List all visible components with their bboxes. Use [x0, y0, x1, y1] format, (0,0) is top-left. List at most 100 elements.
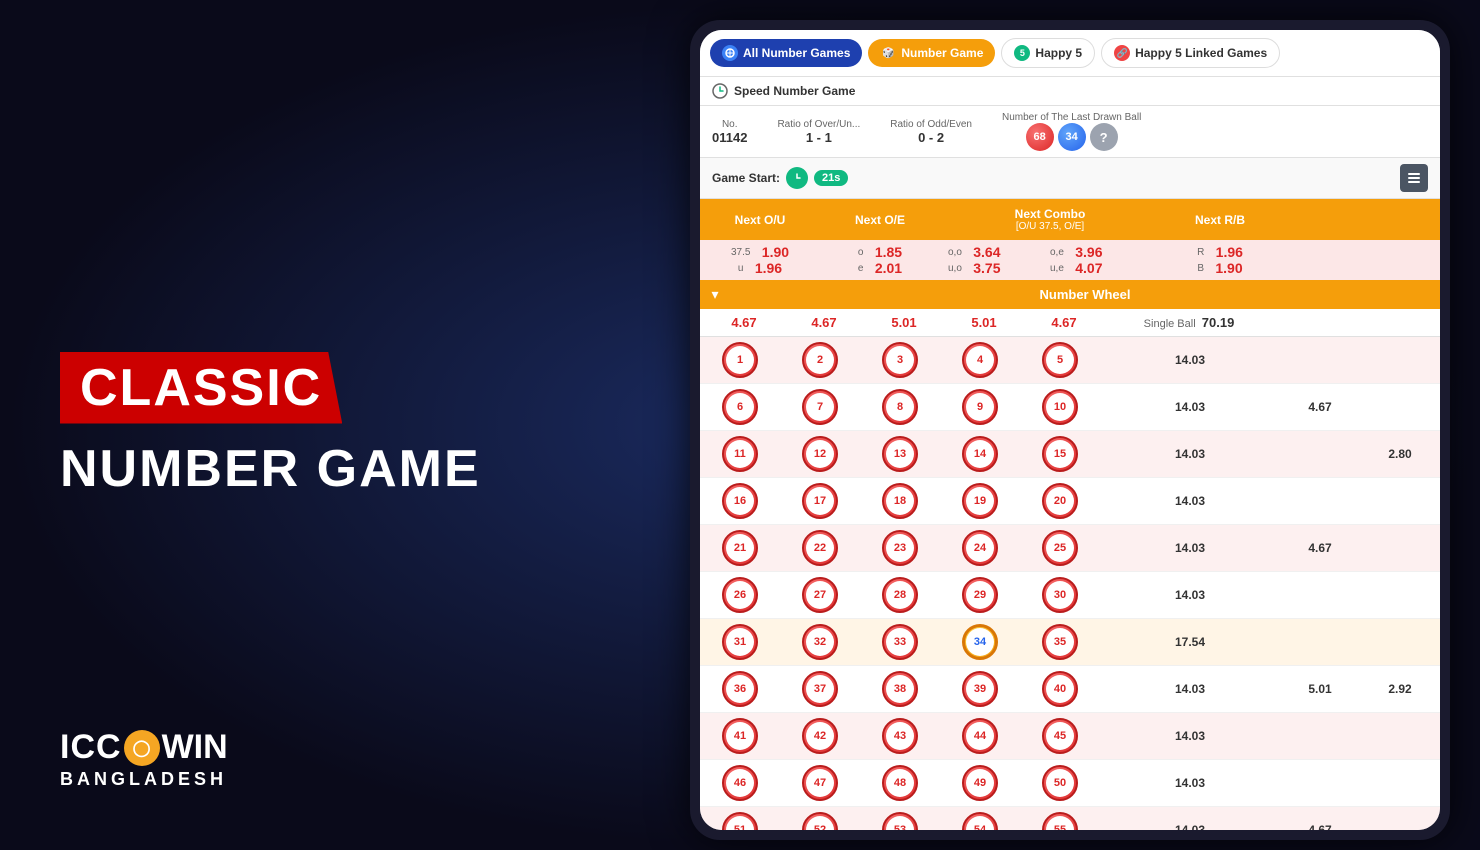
num-ball-29[interactable]: 29	[962, 577, 998, 613]
number-ball-cell[interactable]: 52	[780, 807, 860, 830]
num-ball-25[interactable]: 25	[1042, 530, 1078, 566]
number-ball-cell[interactable]: 11	[700, 431, 780, 477]
number-ball-cell[interactable]: 18	[860, 478, 940, 524]
number-ball-cell[interactable]: 1	[700, 337, 780, 383]
num-ball-39[interactable]: 39	[962, 671, 998, 707]
number-ball-cell[interactable]: 13	[860, 431, 940, 477]
number-ball-cell[interactable]: 40	[1020, 666, 1100, 712]
number-ball-cell[interactable]: 9	[940, 384, 1020, 430]
num-ball-4[interactable]: 4	[962, 342, 998, 378]
num-ball-19[interactable]: 19	[962, 483, 998, 519]
num-ball-38[interactable]: 38	[882, 671, 918, 707]
number-ball-cell[interactable]: 2	[780, 337, 860, 383]
num-ball-36[interactable]: 36	[722, 671, 758, 707]
num-ball-52[interactable]: 52	[802, 812, 838, 830]
num-ball-47[interactable]: 47	[802, 765, 838, 801]
number-ball-cell[interactable]: 4	[940, 337, 1020, 383]
number-ball-cell[interactable]: 21	[700, 525, 780, 571]
num-ball-30[interactable]: 30	[1042, 577, 1078, 613]
num-ball-45[interactable]: 45	[1042, 718, 1078, 754]
number-ball-cell[interactable]: 5	[1020, 337, 1100, 383]
number-ball-cell[interactable]: 32	[780, 619, 860, 665]
number-ball-cell[interactable]: 28	[860, 572, 940, 618]
number-ball-cell[interactable]: 41	[700, 713, 780, 759]
num-ball-20[interactable]: 20	[1042, 483, 1078, 519]
number-ball-cell[interactable]: 15	[1020, 431, 1100, 477]
number-ball-cell[interactable]: 55	[1020, 807, 1100, 830]
num-ball-21[interactable]: 21	[722, 530, 758, 566]
number-ball-cell[interactable]: 3	[860, 337, 940, 383]
number-ball-cell[interactable]: 20	[1020, 478, 1100, 524]
tab-happy5[interactable]: 5 Happy 5	[1001, 38, 1095, 68]
number-ball-cell[interactable]: 48	[860, 760, 940, 806]
num-ball-50[interactable]: 50	[1042, 765, 1078, 801]
number-ball-cell[interactable]: 31	[700, 619, 780, 665]
number-ball-cell[interactable]: 24	[940, 525, 1020, 571]
num-ball-18[interactable]: 18	[882, 483, 918, 519]
number-ball-cell[interactable]: 35	[1020, 619, 1100, 665]
num-ball-31[interactable]: 31	[722, 624, 758, 660]
num-ball-33[interactable]: 33	[882, 624, 918, 660]
num-ball-37[interactable]: 37	[802, 671, 838, 707]
number-ball-cell[interactable]: 38	[860, 666, 940, 712]
num-ball-8[interactable]: 8	[882, 389, 918, 425]
num-ball-2[interactable]: 2	[802, 342, 838, 378]
number-ball-cell[interactable]: 10	[1020, 384, 1100, 430]
tab-happy5-linked[interactable]: 🔗 Happy 5 Linked Games	[1101, 38, 1280, 68]
tab-all-number-games[interactable]: All Number Games	[710, 39, 862, 67]
number-ball-cell[interactable]: 50	[1020, 760, 1100, 806]
num-ball-43[interactable]: 43	[882, 718, 918, 754]
number-ball-cell[interactable]: 44	[940, 713, 1020, 759]
number-ball-cell[interactable]: 39	[940, 666, 1020, 712]
num-ball-11[interactable]: 11	[722, 436, 758, 472]
tab-number-game[interactable]: 🎲 Number Game	[868, 39, 995, 67]
number-ball-cell[interactable]: 54	[940, 807, 1020, 830]
num-ball-22[interactable]: 22	[802, 530, 838, 566]
num-ball-12[interactable]: 12	[802, 436, 838, 472]
number-ball-cell[interactable]: 8	[860, 384, 940, 430]
number-ball-cell[interactable]: 37	[780, 666, 860, 712]
number-ball-cell[interactable]: 25	[1020, 525, 1100, 571]
num-ball-26[interactable]: 26	[722, 577, 758, 613]
num-ball-40[interactable]: 40	[1042, 671, 1078, 707]
num-ball-53[interactable]: 53	[882, 812, 918, 830]
num-ball-48[interactable]: 48	[882, 765, 918, 801]
num-ball-5[interactable]: 5	[1042, 342, 1078, 378]
num-ball-9[interactable]: 9	[962, 389, 998, 425]
number-ball-cell[interactable]: 34	[940, 619, 1020, 665]
num-ball-41[interactable]: 41	[722, 718, 758, 754]
num-ball-24[interactable]: 24	[962, 530, 998, 566]
number-ball-cell[interactable]: 53	[860, 807, 940, 830]
number-ball-cell[interactable]: 26	[700, 572, 780, 618]
number-ball-cell[interactable]: 7	[780, 384, 860, 430]
num-ball-17[interactable]: 17	[802, 483, 838, 519]
number-ball-cell[interactable]: 27	[780, 572, 860, 618]
number-ball-cell[interactable]: 6	[700, 384, 780, 430]
number-ball-cell[interactable]: 43	[860, 713, 940, 759]
number-ball-cell[interactable]: 17	[780, 478, 860, 524]
num-ball-13[interactable]: 13	[882, 436, 918, 472]
num-ball-34[interactable]: 34	[962, 624, 998, 660]
num-ball-35[interactable]: 35	[1042, 624, 1078, 660]
number-ball-cell[interactable]: 49	[940, 760, 1020, 806]
number-ball-cell[interactable]: 47	[780, 760, 860, 806]
num-ball-6[interactable]: 6	[722, 389, 758, 425]
number-ball-cell[interactable]: 14	[940, 431, 1020, 477]
number-ball-cell[interactable]: 45	[1020, 713, 1100, 759]
num-ball-16[interactable]: 16	[722, 483, 758, 519]
nw-chevron-icon[interactable]: ▾	[700, 286, 730, 303]
num-ball-3[interactable]: 3	[882, 342, 918, 378]
number-ball-cell[interactable]: 46	[700, 760, 780, 806]
num-ball-46[interactable]: 46	[722, 765, 758, 801]
number-ball-cell[interactable]: 16	[700, 478, 780, 524]
number-ball-cell[interactable]: 19	[940, 478, 1020, 524]
number-ball-cell[interactable]: 12	[780, 431, 860, 477]
num-ball-49[interactable]: 49	[962, 765, 998, 801]
number-ball-cell[interactable]: 36	[700, 666, 780, 712]
num-ball-10[interactable]: 10	[1042, 389, 1078, 425]
num-ball-55[interactable]: 55	[1042, 812, 1078, 830]
num-ball-27[interactable]: 27	[802, 577, 838, 613]
num-ball-15[interactable]: 15	[1042, 436, 1078, 472]
number-ball-cell[interactable]: 30	[1020, 572, 1100, 618]
number-ball-cell[interactable]: 51	[700, 807, 780, 830]
